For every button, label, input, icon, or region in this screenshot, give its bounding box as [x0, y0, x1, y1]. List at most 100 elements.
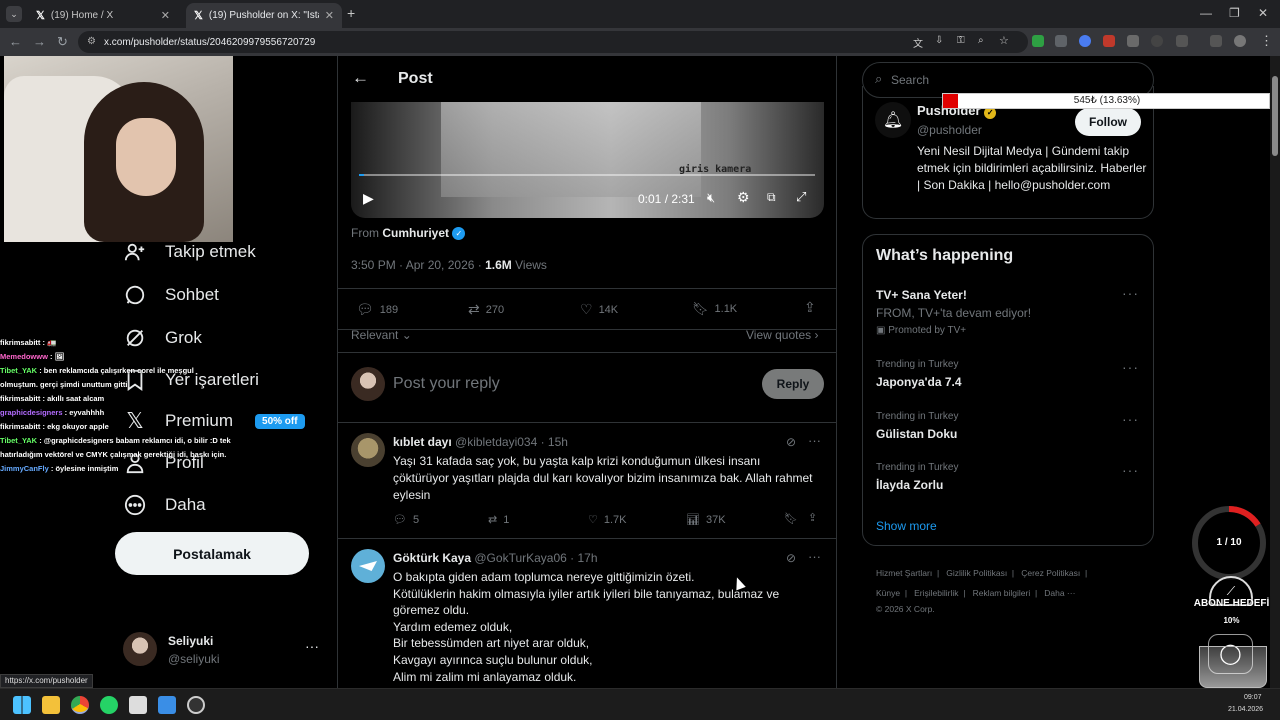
sort-replies[interactable]: Relevant ⌄: [351, 328, 412, 342]
bookmark-action[interactable]: 🔖︎ 1.1K: [692, 301, 737, 317]
more-dots-icon[interactable]: ···: [305, 638, 319, 654]
repost-action[interactable]: ⇄ 1: [488, 513, 509, 527]
windows-start-icon[interactable]: [13, 696, 31, 714]
extension-blue-icon[interactable]: [1079, 35, 1091, 47]
post-time[interactable]: 3:50 PM · Apr 20, 2026 ·: [351, 258, 485, 272]
fullscreen-icon[interactable]: ⤢: [796, 189, 806, 205]
nav-follow[interactable]: Takip etmek: [123, 240, 256, 264]
reply-button[interactable]: Reply: [762, 369, 824, 399]
footer-link[interactable]: Hizmet Şartları: [876, 568, 932, 578]
mute-icon[interactable]: 🔇︎: [707, 190, 715, 206]
grok-icon[interactable]: ⊘: [786, 435, 796, 449]
bell-logo-icon[interactable]: 🔔︎: [875, 102, 911, 138]
play-icon[interactable]: ▶: [363, 190, 374, 207]
footer-link[interactable]: Künye: [876, 588, 900, 598]
show-more-link[interactable]: Show more: [876, 519, 937, 533]
video-progress-track[interactable]: [359, 174, 815, 176]
like-action[interactable]: ♡ 1.7K: [588, 513, 627, 527]
extension-z-icon[interactable]: [1127, 35, 1139, 47]
trend-item[interactable]: Trending in Turkey İlayda Zorlu ···: [863, 462, 1153, 502]
extension-red-icon[interactable]: [1103, 35, 1115, 47]
obs-icon[interactable]: [187, 696, 205, 714]
reply-tweet[interactable]: Göktürk Kaya @GokTurKaya06 · 17h ⊘ ··· O…: [338, 538, 836, 688]
close-tab-icon[interactable]: ✕: [325, 9, 334, 22]
back-icon[interactable]: ←: [9, 34, 22, 49]
grok-icon[interactable]: ⊘: [786, 551, 796, 565]
footer-link[interactable]: Erişilebilirlik: [914, 588, 958, 598]
like-action[interactable]: ♡ 14K: [580, 301, 618, 318]
reading-list-icon[interactable]: [1210, 35, 1222, 47]
maximize-icon[interactable]: ❐: [1229, 6, 1240, 20]
reply-tweet[interactable]: kıblet dayı @kibletdayi034 · 15h ⊘ ··· Y…: [338, 422, 836, 538]
share-action[interactable]: ⇪: [804, 299, 816, 316]
forward-icon[interactable]: →: [33, 34, 46, 49]
scrollbar-thumb[interactable]: [1272, 76, 1278, 156]
new-tab-button[interactable]: +: [347, 5, 355, 21]
follow-button[interactable]: Follow: [1075, 108, 1141, 136]
reply-input[interactable]: Post your reply: [393, 375, 500, 393]
tab-search-icon[interactable]: ⌄: [6, 6, 22, 22]
video-player[interactable]: giris kamera ▶ 0:01 / 2:31 🔇︎ ⚙ ⧉ ⤢: [351, 102, 824, 218]
reload-icon[interactable]: ↻: [57, 34, 68, 50]
reply-action[interactable]: 💬︎ 189: [356, 301, 398, 318]
views-action[interactable]: 📊︎ 37K: [686, 513, 726, 527]
footer-link[interactable]: Reklam bilgileri: [973, 588, 1031, 598]
more-dots-icon[interactable]: ···: [1122, 411, 1139, 427]
more-dots-icon[interactable]: ···: [1122, 359, 1139, 375]
extension-green-icon[interactable]: [1032, 35, 1044, 47]
zoom-icon[interactable]: ⌕: [978, 35, 984, 46]
nav-chat[interactable]: Sohbet: [123, 283, 219, 307]
bookmark-star-icon[interactable]: ☆: [999, 34, 1009, 47]
more-dots-icon[interactable]: ···: [808, 433, 821, 448]
chrome-icon[interactable]: [71, 696, 89, 714]
pip-icon[interactable]: ⧉: [767, 190, 776, 205]
more-dots-icon[interactable]: ···: [1122, 285, 1139, 301]
tab-post[interactable]: 𝕏 (19) Pusholder on X: "İstanbul'd ✕: [186, 3, 342, 28]
source-name[interactable]: Cumhuriyet: [382, 226, 449, 240]
nav-more[interactable]: Daha: [123, 493, 206, 517]
photos-icon[interactable]: [158, 696, 176, 714]
site-info-icon[interactable]: ⚙: [87, 36, 96, 47]
more-dots-icon[interactable]: ···: [1122, 462, 1139, 478]
extension-circle-icon[interactable]: [1151, 35, 1163, 47]
close-tab-icon[interactable]: ✕: [161, 9, 170, 22]
author-name[interactable]: Göktürk Kaya: [393, 551, 471, 565]
extension-gray-icon[interactable]: [1055, 35, 1067, 47]
footer-link[interactable]: Daha ···: [1044, 588, 1075, 598]
profile-icon[interactable]: [1234, 35, 1246, 47]
file-explorer-icon[interactable]: [42, 696, 60, 714]
whatsapp-icon[interactable]: [100, 696, 118, 714]
donation-progress-bar: 545₺ (13.63%): [942, 93, 1270, 109]
share-action[interactable]: ⇪: [808, 511, 817, 524]
trend-item[interactable]: Trending in Turkey Japonya'da 7.4 ···: [863, 359, 1153, 399]
repost-action[interactable]: ⇄ 270: [468, 301, 504, 318]
post-button[interactable]: Postalamak: [115, 532, 309, 575]
translate-icon[interactable]: 文: [913, 35, 923, 50]
footer-link[interactable]: Gizlilik Politikası: [946, 568, 1007, 578]
bookmark-action[interactable]: 🔖︎: [784, 512, 798, 525]
avatar[interactable]: [351, 433, 385, 467]
avatar[interactable]: [351, 549, 385, 583]
menu-dots-icon[interactable]: ⋮: [1260, 33, 1273, 49]
app-icon[interactable]: [129, 696, 147, 714]
settings-gear-icon[interactable]: ⚙: [737, 189, 750, 206]
account-switcher[interactable]: Seliyuki @seliyuki ···: [123, 632, 323, 672]
profile-bio: Yeni Nesil Dijital Medya | Gündemi takip…: [917, 144, 1147, 192]
tab-home[interactable]: 𝕏 (19) Home / X ✕: [28, 3, 178, 28]
install-icon[interactable]: ⇩: [935, 35, 943, 46]
trend-item[interactable]: Trending in Turkey Gülistan Doku ···: [863, 411, 1153, 451]
author-name[interactable]: kıblet dayı: [393, 435, 452, 449]
video-time: 0:01 / 2:31: [638, 192, 695, 206]
more-dots-icon[interactable]: ···: [808, 549, 821, 564]
reply-action[interactable]: 💬︎ 5: [393, 513, 419, 527]
close-window-icon[interactable]: ✕: [1258, 6, 1268, 20]
footer-link[interactable]: Çerez Politikası: [1021, 568, 1080, 578]
view-quotes-link[interactable]: View quotes ›: [746, 328, 819, 342]
back-arrow-icon[interactable]: ←: [352, 68, 369, 88]
views-count: 37K: [705, 513, 726, 526]
promo-trend[interactable]: TV+ Sana Yeter! FROM, TV+'ta devam ediyo…: [863, 285, 1153, 341]
key-icon[interactable]: ⚿: [957, 35, 965, 46]
minimize-icon[interactable]: —: [1200, 6, 1212, 20]
address-bar[interactable]: ⚙ x.com/pusholder/status/204620997955672…: [78, 31, 1028, 53]
extensions-puzzle-icon[interactable]: [1176, 35, 1188, 47]
